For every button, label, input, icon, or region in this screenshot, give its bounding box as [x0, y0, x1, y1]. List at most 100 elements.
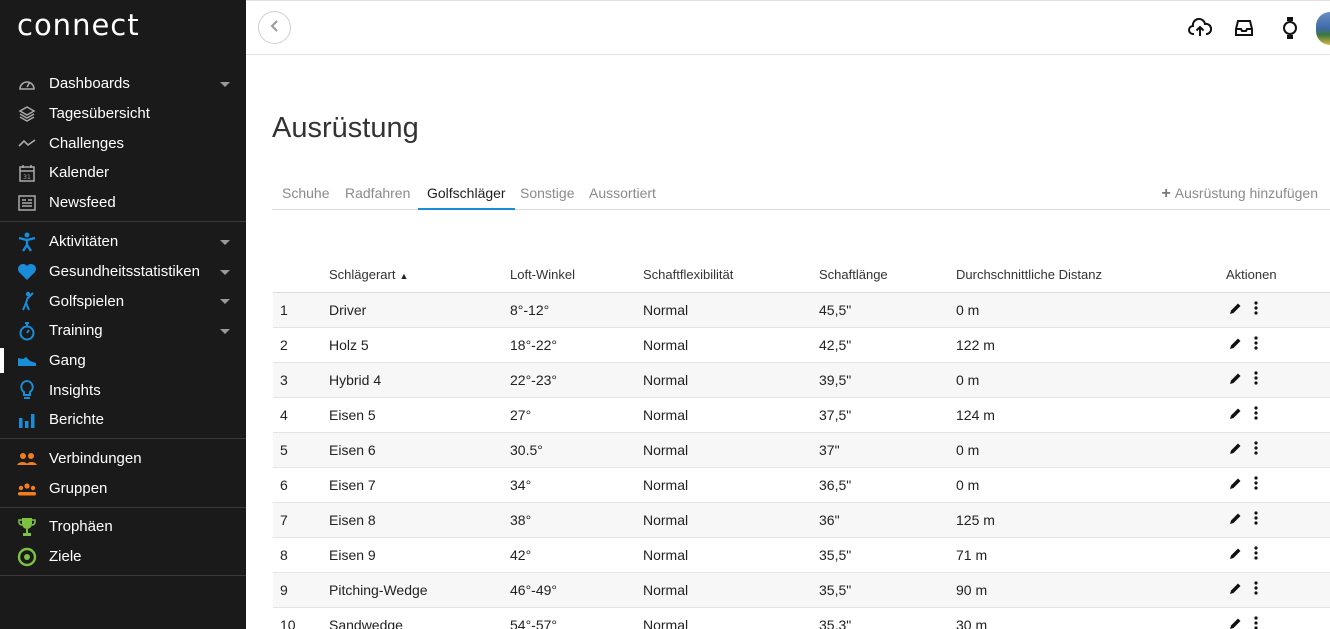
inbox-icon[interactable] — [1231, 15, 1257, 41]
gear-tabs: Schuhe Radfahren Golfschläger Sonstige A… — [272, 176, 1330, 210]
pencil-icon[interactable] — [1229, 512, 1242, 525]
table-row[interactable]: 9 Pitching-Wedge 46°-49° Normal 35,5" 90 m — [273, 572, 1330, 608]
more-options-icon[interactable] — [1254, 406, 1258, 420]
row-actions — [1226, 511, 1258, 525]
table-row[interactable]: 5 Eisen 6 30.5° Normal 37" 0 m — [273, 432, 1330, 468]
target-icon — [17, 547, 37, 567]
cell-shaft-length: 42,5" — [819, 327, 956, 363]
cell-avg-distance: 71 m — [956, 537, 1226, 573]
sidebar-item-insights[interactable]: Insights — [0, 375, 246, 405]
sidebar-item-trophäen[interactable]: Trophäen — [0, 512, 246, 542]
table-row[interactable]: 8 Eisen 9 42° Normal 35,5" 71 m — [273, 537, 1330, 573]
sidebar-item-gang[interactable]: Gang — [0, 346, 246, 376]
cell-club-type: Eisen 6 — [329, 432, 510, 468]
sidebar-item-label: Aktivitäten — [49, 233, 119, 251]
pencil-icon[interactable] — [1229, 582, 1242, 595]
table-row[interactable]: 3 Hybrid 4 22°-23° Normal 39,5" 0 m — [273, 362, 1330, 398]
add-gear-label: Ausrüstung hinzufügen — [1174, 185, 1318, 201]
sidebar-item-gruppen[interactable]: Gruppen — [0, 474, 246, 504]
sort-ascending-icon: ▲ — [399, 271, 409, 282]
cell-actions — [1226, 327, 1330, 363]
cell-index: 1 — [273, 292, 329, 328]
cell-loft: 54°-57° — [510, 607, 643, 629]
table-row[interactable]: 2 Holz 5 18°-22° Normal 42,5" 122 m — [273, 327, 1330, 363]
more-options-icon[interactable] — [1254, 301, 1258, 315]
table-row[interactable]: 4 Eisen 5 27° Normal 37,5" 124 m — [273, 397, 1330, 433]
col-header-club-type[interactable]: Schlägerart ▲ — [329, 258, 510, 293]
table-row[interactable]: 1 Driver 8°-12° Normal 45,5" 0 m — [273, 292, 1330, 328]
cell-shaft-length: 39,5" — [819, 362, 956, 398]
tab-other[interactable]: Sonstige — [511, 176, 583, 210]
cloud-upload-icon[interactable] — [1187, 15, 1213, 41]
connect-logo[interactable]: connect — [17, 8, 140, 42]
cell-actions — [1226, 537, 1330, 573]
cell-avg-distance: 125 m — [956, 502, 1226, 538]
cell-shaft-length: 37,5" — [819, 397, 956, 433]
sidebar-item-kalender[interactable]: 31 Kalender — [0, 158, 246, 188]
more-options-icon[interactable] — [1254, 616, 1258, 629]
cell-avg-distance: 0 m — [956, 467, 1226, 503]
more-options-icon[interactable] — [1254, 441, 1258, 455]
tab-shoes[interactable]: Schuhe — [273, 176, 338, 210]
trophy-icon — [17, 517, 37, 537]
sidebar-item-training[interactable]: Training — [0, 316, 246, 346]
nav-group-activities: Aktivitäten Gesundheitsstatistiken Golfspi… — [0, 227, 246, 435]
tab-cycling[interactable]: Radfahren — [336, 176, 419, 210]
sidebar-item-golfspielen[interactable]: Golfspielen — [0, 286, 246, 316]
cell-shaft-flex: Normal — [643, 292, 819, 328]
cell-club-type: Holz 5 — [329, 327, 510, 363]
sidebar-item-newsfeed[interactable]: Newsfeed — [0, 188, 246, 218]
sidebar-item-verbindungen[interactable]: Verbindungen — [0, 444, 246, 474]
pencil-icon[interactable] — [1229, 477, 1242, 490]
cell-shaft-length: 45,5" — [819, 292, 956, 328]
chevron-down-icon[interactable] — [220, 328, 230, 334]
more-options-icon[interactable] — [1254, 546, 1258, 560]
table-row[interactable]: 7 Eisen 8 38° Normal 36" 125 m — [273, 502, 1330, 538]
back-button[interactable] — [258, 11, 291, 44]
chevron-down-icon[interactable] — [220, 299, 230, 305]
pencil-icon[interactable] — [1229, 337, 1242, 350]
sidebar-item-berichte[interactable]: Berichte — [0, 405, 246, 435]
tab-golf-clubs[interactable]: Golfschläger — [418, 176, 515, 210]
chevron-down-icon[interactable] — [220, 269, 230, 275]
table-row[interactable]: 10 Sandwedge 54°-57° Normal 35,3" 30 m — [273, 607, 1330, 629]
col-header-shaft-length[interactable]: Schaftlänge — [819, 258, 956, 293]
cell-index: 8 — [273, 537, 329, 573]
col-header-avg-distance[interactable]: Durchschnittliche Distanz — [956, 258, 1226, 293]
more-options-icon[interactable] — [1254, 336, 1258, 350]
chevron-down-icon[interactable] — [220, 81, 230, 87]
sidebar-item-tagesübersicht[interactable]: Tagesübersicht — [0, 99, 246, 129]
sidebar-divider — [0, 221, 246, 222]
avatar[interactable] — [1316, 12, 1330, 45]
pencil-icon[interactable] — [1229, 442, 1242, 455]
col-header-shaft-flex[interactable]: Schaftflexibilität — [643, 258, 819, 293]
trend-line-icon — [17, 133, 37, 153]
pencil-icon[interactable] — [1229, 372, 1242, 385]
pencil-icon[interactable] — [1229, 617, 1242, 629]
sidebar-item-ziele[interactable]: Ziele — [0, 542, 246, 572]
table-row[interactable]: 6 Eisen 7 34° Normal 36,5" 0 m — [273, 467, 1330, 503]
tab-retired[interactable]: Aussortiert — [580, 176, 665, 210]
cell-shaft-length: 35,3" — [819, 607, 956, 629]
cell-loft: 30.5° — [510, 432, 643, 468]
sidebar-item-gesundheitsstatistiken[interactable]: Gesundheitsstatistiken — [0, 257, 246, 287]
pencil-icon[interactable] — [1229, 302, 1242, 315]
add-gear-button[interactable]: + Ausrüstung hinzufügen — [1161, 176, 1318, 210]
pencil-icon[interactable] — [1229, 547, 1242, 560]
col-header-loft[interactable]: Loft-Winkel — [510, 258, 643, 293]
pencil-icon[interactable] — [1229, 407, 1242, 420]
watch-icon[interactable] — [1277, 15, 1303, 41]
sidebar-item-challenges[interactable]: Challenges — [0, 128, 246, 158]
more-options-icon[interactable] — [1254, 476, 1258, 490]
sidebar-item-aktivitäten[interactable]: Aktivitäten — [0, 227, 246, 257]
sidebar-item-label: Training — [49, 322, 103, 340]
more-options-icon[interactable] — [1254, 581, 1258, 595]
cell-shaft-flex: Normal — [643, 432, 819, 468]
sidebar-item-label: Insights — [49, 381, 101, 399]
sidebar-item-dashboards[interactable]: Dashboards — [0, 69, 246, 99]
more-options-icon[interactable] — [1254, 371, 1258, 385]
chevron-down-icon[interactable] — [220, 239, 230, 245]
more-options-icon[interactable] — [1254, 511, 1258, 525]
stopwatch-icon — [17, 321, 37, 341]
cell-index: 4 — [273, 397, 329, 433]
